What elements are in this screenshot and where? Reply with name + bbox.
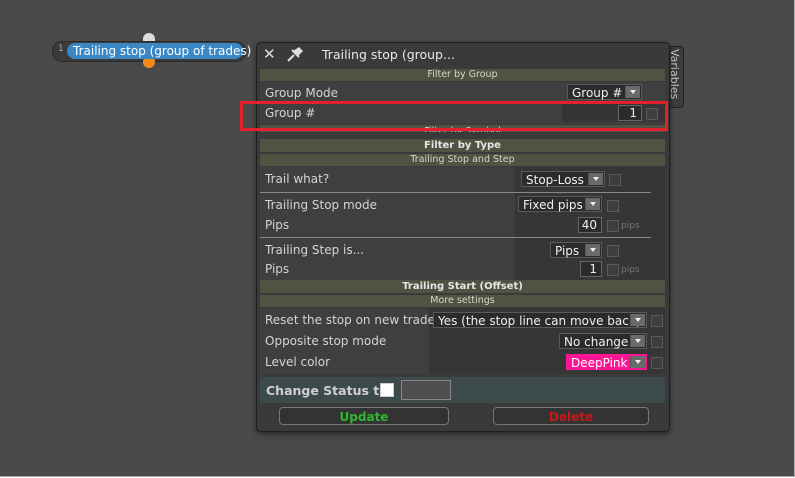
node-label[interactable]: Trailing stop (group of trades) [67, 43, 251, 59]
change-status-input[interactable] [401, 380, 451, 400]
change-status-label: Change Status to [266, 383, 388, 398]
reset-checkbox[interactable] [651, 315, 663, 327]
change-status-checkbox[interactable] [380, 383, 394, 397]
ts-pips-input[interactable]: 40 [578, 217, 602, 233]
reset-dropdown[interactable]: Yes (the stop line can move back) [433, 312, 647, 328]
section-filter-by-group[interactable]: Filter by Group [260, 69, 665, 81]
chevron-down-icon [630, 356, 645, 368]
level-color-label: Level color [265, 355, 331, 369]
delete-button[interactable]: Delete [493, 407, 649, 425]
level-color-checkbox[interactable] [651, 357, 663, 369]
divider [260, 192, 651, 193]
trail-what-value: Stop-Loss [526, 173, 584, 187]
chevron-down-icon [630, 314, 645, 326]
highlight-box [240, 101, 668, 131]
level-color-dropdown[interactable]: DeepPink [566, 354, 647, 370]
chevron-down-icon [588, 173, 603, 185]
chevron-down-icon [625, 86, 640, 98]
step-pips-checkbox[interactable] [607, 264, 619, 276]
panel-title: Trailing stop (group... [322, 47, 455, 62]
pin-icon[interactable] [285, 45, 305, 63]
step-is-dropdown[interactable]: Pips [550, 242, 602, 258]
opp-label: Opposite stop mode [265, 334, 387, 348]
section-more-settings[interactable]: More settings [260, 295, 665, 307]
opp-value: No change [564, 335, 629, 349]
change-status-row: Change Status to [260, 377, 665, 403]
group-mode-value: Group # [572, 86, 623, 100]
section-trailing-stop-step[interactable]: Trailing Stop and Step [260, 154, 665, 166]
trail-what-checkbox[interactable] [609, 174, 621, 186]
opp-checkbox[interactable] [651, 336, 663, 348]
reset-value: Yes (the stop line can move back) [438, 314, 641, 328]
ts-pips-label: Pips [265, 218, 290, 232]
reset-label: Reset the stop on new trade [265, 313, 435, 327]
panel-titlebar[interactable]: ✕ Trailing stop (group... [257, 43, 669, 66]
chevron-down-icon [630, 335, 645, 347]
step-is-value: Pips [555, 244, 580, 258]
close-icon[interactable]: ✕ [263, 46, 276, 62]
step-pips-unit: pips [621, 265, 640, 275]
chevron-down-icon [585, 198, 600, 210]
chevron-down-icon [585, 244, 600, 256]
level-color-value: DeepPink [571, 356, 628, 370]
ts-pips-unit: pips [621, 221, 640, 231]
ts-mode-label: Trailing Stop mode [265, 198, 378, 212]
update-button[interactable]: Update [279, 407, 449, 425]
group-mode-dropdown[interactable]: Group # [567, 84, 642, 100]
section-trailing-start[interactable]: Trailing Start (Offset) [260, 280, 665, 293]
node-number: 1 [58, 44, 64, 54]
ts-mode-checkbox[interactable] [607, 200, 619, 212]
ts-mode-value: Fixed pips [523, 198, 583, 212]
group-mode-label: Group Mode [265, 86, 339, 100]
opp-dropdown[interactable]: No change [559, 333, 647, 349]
section-filter-by-type[interactable]: Filter by Type [260, 139, 665, 152]
ts-pips-checkbox[interactable] [607, 220, 619, 232]
step-is-label: Trailing Step is... [265, 243, 365, 257]
trail-what-label: Trail what? [265, 172, 330, 186]
step-pips-label: Pips [265, 262, 290, 276]
divider [260, 237, 651, 238]
trail-what-dropdown[interactable]: Stop-Loss [521, 171, 605, 187]
ts-mode-dropdown[interactable]: Fixed pips [518, 196, 602, 212]
step-pips-input[interactable]: 1 [580, 261, 602, 277]
step-is-checkbox[interactable] [607, 245, 619, 257]
